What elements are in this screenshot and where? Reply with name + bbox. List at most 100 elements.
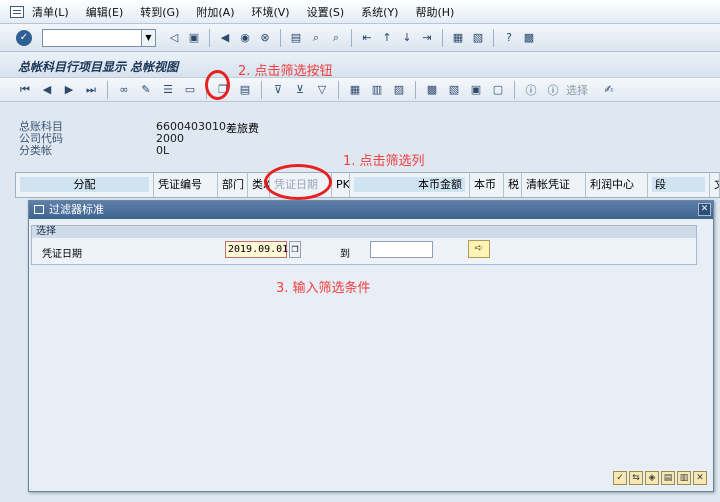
menu-system[interactable]: 系统(Y) <box>361 4 398 20</box>
menu-goto[interactable]: 转到(G) <box>140 4 179 20</box>
selection-options-icon[interactable]: ◈ <box>645 471 659 485</box>
toolbar-separator <box>107 80 108 99</box>
menu-help[interactable]: 帮助(H) <box>415 4 454 20</box>
col-text[interactable]: 文 <box>710 173 720 197</box>
find-icon[interactable]: ⌕ <box>308 30 324 46</box>
menu-bar: 清单(L) 编辑(E) 转到(G) 附加(A) 环境(V) 设置(S) 系统(Y… <box>0 0 720 24</box>
col-doc-number[interactable]: 凭证编号 <box>154 173 218 197</box>
col-pk[interactable]: PK <box>332 173 350 197</box>
pencil-icon[interactable]: ✎ <box>138 82 154 98</box>
menu-list[interactable]: 清单(L) <box>32 4 69 20</box>
back-icon[interactable]: ◁ <box>166 30 182 46</box>
document-icon[interactable]: ▭ <box>182 82 198 98</box>
info-icon[interactable]: ⓘ <box>523 82 539 98</box>
layout-menu-icon[interactable]: ▩ <box>521 30 537 46</box>
value-account-desc: 差旅费 <box>226 122 259 135</box>
toolbar-separator <box>280 28 281 47</box>
glasses-icon[interactable]: ∞ <box>116 82 132 98</box>
menu-environment[interactable]: 环境(V) <box>251 4 289 20</box>
excel-icon[interactable]: ▩ <box>424 82 440 98</box>
help-icon[interactable]: ? <box>501 30 517 46</box>
col-profit-center[interactable]: 利润中心 <box>586 173 648 197</box>
shortcut-icon[interactable]: ▧ <box>470 30 486 46</box>
dialog-title-bar: 过滤器标准 ✕ <box>29 201 713 219</box>
pen-icon[interactable]: ✍ <box>601 82 617 98</box>
line-item-grid: 分配 凭证编号 部门 类X 凭证日期 PK 本币金额 本币 税 清帐凭证 利润中… <box>15 172 720 198</box>
save-icon[interactable]: ▣ <box>186 30 202 46</box>
dialog-window-icon <box>34 205 44 214</box>
chart-icon[interactable]: ▧ <box>446 82 462 98</box>
select-button-label[interactable]: 选择 <box>566 82 588 98</box>
multiple-selection-button[interactable]: ➪ <box>468 240 490 258</box>
cancel-icon[interactable]: ✕ <box>693 471 707 485</box>
col-clearing-doc[interactable]: 清帐凭证 <box>522 173 586 197</box>
doc-date-from-input[interactable]: 2019.09.01 <box>225 241 288 258</box>
save-variant-icon[interactable]: ▤ <box>661 471 675 485</box>
find-next-icon[interactable]: ⌕ <box>328 30 344 46</box>
command-field[interactable] <box>42 28 142 47</box>
menu-extras[interactable]: 附加(A) <box>196 4 234 20</box>
copy-criteria-icon[interactable]: ⇆ <box>629 471 643 485</box>
delete-icon[interactable]: ▥ <box>677 471 691 485</box>
toolbar-separator <box>514 80 515 99</box>
dialog-title: 过滤器标准 <box>49 203 104 216</box>
command-dropdown-icon[interactable]: ▼ <box>142 28 156 47</box>
annotation-step-1: 1. 点击筛选列 <box>343 154 425 169</box>
layout-icon[interactable]: ☰ <box>160 82 176 98</box>
funnel-icon[interactable]: ▽ <box>314 82 330 98</box>
col-department[interactable]: 部门 <box>218 173 248 197</box>
doc-date-label: 凭证日期 <box>42 249 82 260</box>
back-circle-icon[interactable]: ◀ <box>217 30 233 46</box>
menu-edit[interactable]: 编辑(E) <box>86 4 124 20</box>
next-page-icon[interactable]: ↓ <box>399 30 415 46</box>
details-icon[interactable]: ▤ <box>237 82 253 98</box>
toolbar-separator <box>415 80 416 99</box>
col-assignment[interactable]: 分配 <box>16 173 154 197</box>
selection-group: 选择 凭证日期 2019.09.01 ❐ 到 ➪ <box>31 225 697 265</box>
cancel-circle-icon[interactable]: ⊗ <box>257 30 273 46</box>
application-toolbar: ⏮ ◀ ▶ ⏭ ∞ ✎ ☰ ▭ ❐ ▤ ⊽ ⊻ ▽ ▦ ▥ ▨ ▩ ▧ ▣ ▢ … <box>0 78 720 102</box>
dialog-footer: ✓ ⇆ ◈ ▤ ▥ ✕ <box>611 471 707 485</box>
toolbar-separator <box>338 80 339 99</box>
dialog-close-icon[interactable]: ✕ <box>698 203 711 216</box>
prev-page-icon[interactable]: ↑ <box>379 30 395 46</box>
menu-settings[interactable]: 设置(S) <box>307 4 345 20</box>
columns-icon[interactable]: ▥ <box>369 82 385 98</box>
print-icon[interactable]: ▤ <box>288 30 304 46</box>
col-segment[interactable]: 段 <box>648 173 710 197</box>
view-icon[interactable]: ▣ <box>468 82 484 98</box>
new-session-icon[interactable]: ▦ <box>450 30 466 46</box>
col-tax[interactable]: 税 <box>504 173 522 197</box>
toolbar-separator <box>493 28 494 47</box>
toolbar-separator <box>261 80 262 99</box>
col-local-amount[interactable]: 本币金额 <box>350 173 470 197</box>
value-ledger: 0L <box>156 144 170 157</box>
last-item-icon[interactable]: ⏭ <box>83 82 99 98</box>
confirm-icon[interactable]: ✓ <box>613 471 627 485</box>
highlight-ring-date-column <box>264 164 332 200</box>
prev-item-icon[interactable]: ◀ <box>39 82 55 98</box>
annotation-step-2: 2. 点击筛选按钮 <box>238 64 333 79</box>
last-page-icon[interactable]: ⇥ <box>419 30 435 46</box>
standard-toolbar: ✓ ▼ ◁ ▣ ◀ ◉ ⊗ ▤ ⌕ ⌕ ⇤ ↑ ↓ ⇥ ▦ ▧ ? ▩ <box>0 24 720 52</box>
title-bar: 总帐科目行项目显示 总帐视图 <box>0 52 720 78</box>
exit-circle-icon[interactable]: ◉ <box>237 30 253 46</box>
next-item-icon[interactable]: ▶ <box>61 82 77 98</box>
select-icon[interactable]: ⓘ <box>545 82 561 98</box>
filter-icon[interactable]: ⊽ <box>270 82 286 98</box>
export-icon[interactable]: ▨ <box>391 82 407 98</box>
menu-app-icon[interactable] <box>10 5 24 18</box>
grid-icon[interactable]: ▦ <box>347 82 363 98</box>
col-local-currency[interactable]: 本币 <box>470 173 504 197</box>
abc-icon[interactable]: ▢ <box>490 82 506 98</box>
highlight-ring-filter-button <box>205 70 230 100</box>
first-item-icon[interactable]: ⏮ <box>17 82 33 98</box>
first-page-icon[interactable]: ⇤ <box>359 30 375 46</box>
toolbar-separator <box>351 28 352 47</box>
value-help-icon[interactable]: ❐ <box>289 241 301 258</box>
doc-date-to-input[interactable] <box>370 241 433 258</box>
toolbar-separator <box>442 28 443 47</box>
enter-check-icon[interactable]: ✓ <box>16 29 32 46</box>
sum-icon[interactable]: ⊻ <box>292 82 308 98</box>
selection-group-title: 选择 <box>32 226 696 238</box>
